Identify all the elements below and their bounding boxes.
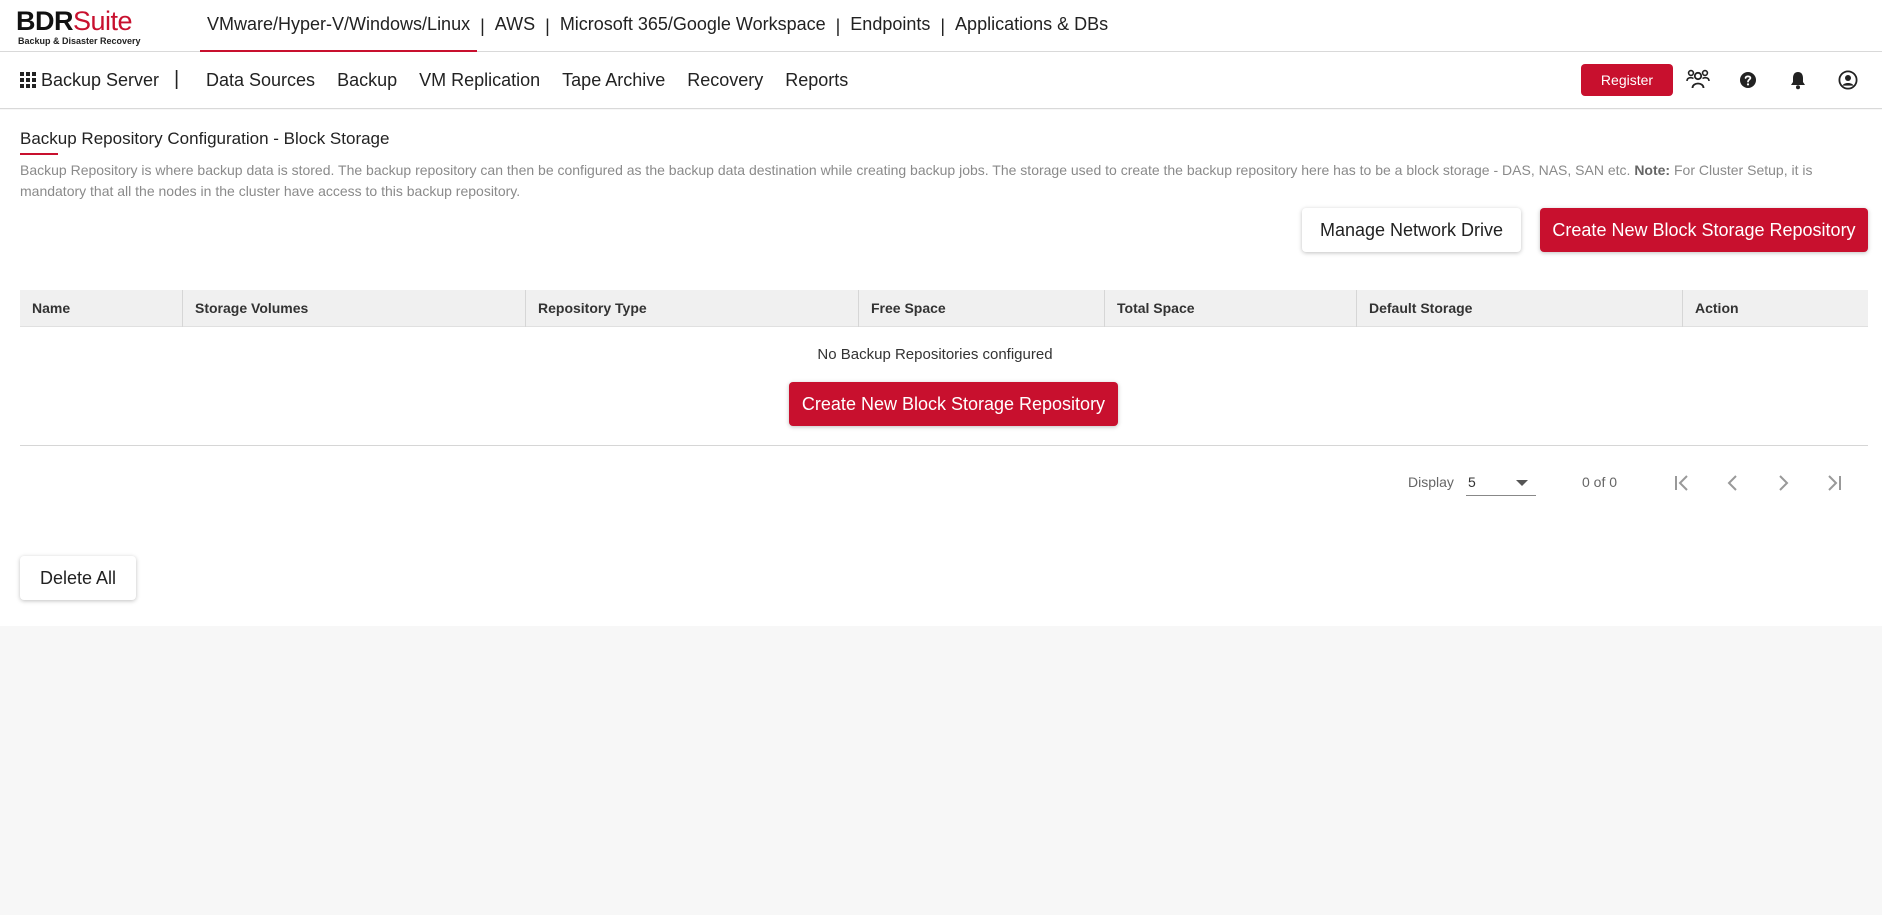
nav-item-vm-replication[interactable]: VM Replication bbox=[408, 70, 551, 91]
product-tab-endpoints[interactable]: Endpoints bbox=[843, 0, 937, 52]
help-icon[interactable] bbox=[1735, 67, 1761, 93]
register-button[interactable]: Register bbox=[1581, 64, 1673, 96]
column-header-action: Action bbox=[1695, 300, 1739, 316]
page-size-select[interactable]: 5 bbox=[1466, 470, 1536, 496]
page-description: Backup Repository is where backup data i… bbox=[20, 160, 1865, 202]
note-label: Note: bbox=[1634, 162, 1671, 178]
bdrsuite-logo[interactable]: BDRSuite Backup & Disaster Recovery bbox=[16, 6, 146, 46]
secondary-nav-menu: Data Sources Backup VM Replication Tape … bbox=[195, 52, 859, 109]
manage-network-drive-button[interactable]: Manage Network Drive bbox=[1302, 208, 1521, 252]
product-nav-separator: | bbox=[545, 16, 550, 36]
account-icon[interactable] bbox=[1835, 67, 1861, 93]
previous-page-icon[interactable] bbox=[1718, 468, 1748, 498]
column-header-repository-type[interactable]: Repository Type bbox=[526, 290, 859, 327]
secondary-nav-separator: | bbox=[174, 68, 180, 90]
column-header-free-space[interactable]: Free Space bbox=[859, 290, 1105, 327]
product-nav-separator: | bbox=[480, 16, 485, 36]
app-title: Backup Server bbox=[41, 70, 160, 90]
product-tab-applications-dbs[interactable]: Applications & DBs bbox=[948, 0, 1115, 52]
nav-item-backup[interactable]: Backup bbox=[326, 70, 408, 91]
product-nav-separator: | bbox=[835, 16, 841, 36]
logo-brand-b: Suite bbox=[73, 6, 133, 36]
nav-item-data-sources[interactable]: Data Sources bbox=[195, 70, 326, 91]
product-tab-vmware-hyperv-windows-linux[interactable]: VMware/Hyper-V/Windows/Linux bbox=[200, 0, 478, 52]
description-text: Backup Repository is where backup data i… bbox=[20, 162, 1631, 178]
pagination-range: 0 of 0 bbox=[1582, 474, 1618, 490]
last-page-icon[interactable] bbox=[1818, 468, 1848, 498]
logo-wordmark: BDRSuite bbox=[16, 6, 146, 36]
empty-table-message: No Backup Repositories configured bbox=[817, 346, 1053, 363]
app-grid-icon bbox=[20, 71, 38, 90]
product-tab-aws[interactable]: AWS bbox=[488, 0, 542, 52]
delete-all-button[interactable]: Delete All bbox=[20, 556, 136, 600]
page-title: Backup Repository Configuration - Block … bbox=[20, 129, 390, 148]
nav-item-tape-archive[interactable]: Tape Archive bbox=[551, 70, 676, 91]
logo-brand-a: BDR bbox=[16, 6, 74, 36]
product-header: BDRSuite Backup & Disaster Recovery VMwa… bbox=[0, 0, 1882, 52]
first-page-icon[interactable] bbox=[1668, 468, 1698, 498]
create-repository-button[interactable]: Create New Block Storage Repository bbox=[1540, 208, 1868, 252]
repository-panel: Backup Repository Configuration - Block … bbox=[0, 110, 1882, 626]
secondary-nav: Backup Server | Data Sources Backup VM R… bbox=[0, 52, 1882, 109]
caret-down-icon bbox=[1516, 480, 1528, 486]
title-underline bbox=[20, 153, 58, 155]
column-header-default-storage[interactable]: Default Storage bbox=[1357, 290, 1683, 327]
column-header-total-space[interactable]: Total Space bbox=[1105, 290, 1357, 327]
logo-tagline: Backup & Disaster Recovery bbox=[18, 36, 141, 46]
pagination-display-label: Display bbox=[1408, 474, 1454, 490]
users-icon[interactable] bbox=[1685, 67, 1711, 93]
nav-item-recovery[interactable]: Recovery bbox=[676, 70, 774, 91]
app-menu-button[interactable]: Backup Server bbox=[20, 70, 159, 91]
next-page-icon[interactable] bbox=[1768, 468, 1798, 498]
table-divider bbox=[20, 445, 1868, 446]
column-header-name[interactable]: Name bbox=[20, 290, 183, 327]
page-size-value: 5 bbox=[1468, 474, 1476, 490]
product-nav: VMware/Hyper-V/Windows/Linux | AWS | Mic… bbox=[200, 0, 1115, 52]
product-nav-separator: | bbox=[940, 16, 946, 36]
column-header-storage-volumes[interactable]: Storage Volumes bbox=[183, 290, 526, 327]
table-header: Name Storage Volumes Repository Type Fre… bbox=[20, 290, 1868, 327]
nav-item-reports[interactable]: Reports bbox=[774, 70, 859, 91]
bell-icon[interactable] bbox=[1785, 67, 1811, 93]
product-tab-microsoft365-google-workspace[interactable]: Microsoft 365/Google Workspace bbox=[553, 0, 833, 52]
empty-create-repository-button[interactable]: Create New Block Storage Repository bbox=[789, 382, 1118, 426]
